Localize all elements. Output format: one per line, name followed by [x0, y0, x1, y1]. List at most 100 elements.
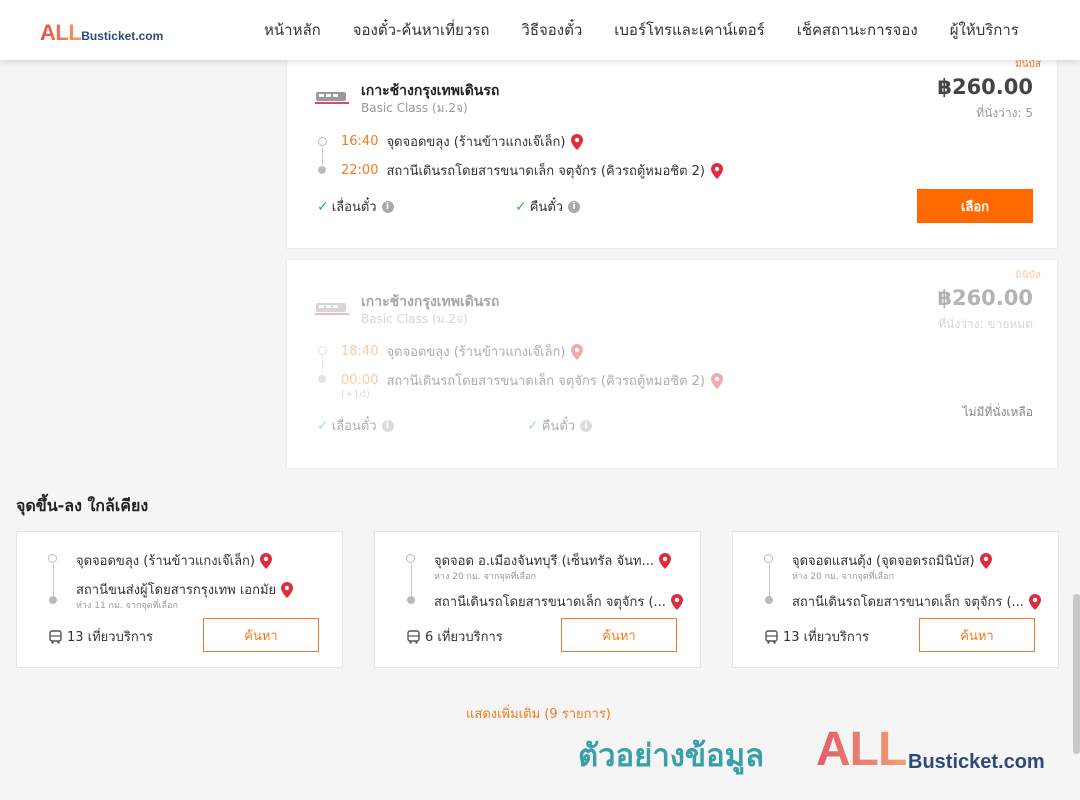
trip-result-card: มินิบัส เกาะช้างกรุงเทพเดินรถ Basic Clas… — [286, 48, 1058, 249]
logo-all-text: ALL — [40, 20, 82, 45]
trip-count: 13 เที่ยวบริการ — [765, 626, 869, 647]
refund-label: คืนตั๋ว — [529, 200, 564, 215]
trip-count: 6 เที่ยวบริการ — [407, 626, 503, 647]
map-pin-icon[interactable] — [979, 552, 992, 569]
info-icon[interactable]: i — [381, 200, 394, 213]
no-seats-left: ไม่มีที่นั่งเหลือ — [962, 405, 1033, 419]
from-stop: จุดจอด อ.เมืองจันทบุรี (เซ็นทรัล จันท... — [434, 550, 671, 571]
search-button[interactable]: ค้นหา — [203, 618, 319, 652]
nav-how-to-book[interactable]: วิธีจองตั๋ว — [521, 18, 582, 42]
from-stop-name: จุดจอดแสนตุ้ง (จุดจอดรถมินิบัส) — [792, 554, 975, 569]
route-line — [322, 356, 323, 374]
seats-available: ที่นั่งว่าง: ขายหมด — [938, 317, 1033, 331]
to-stop: สถานีเดินรถโดยสารขนาดเล็ก จตุจักร (... — [792, 591, 1041, 612]
refund-feature: ✓ คืนตั๋ว i — [527, 415, 593, 436]
trip-count-label: 13 เที่ยวบริการ — [783, 630, 869, 645]
bus-class: Basic Class (ม.2จ) — [361, 312, 468, 326]
show-more-link[interactable]: แสดงเพิ่มเติม (9 รายการ) — [466, 703, 611, 724]
reschedule-label: เลื่อนตั๋ว — [331, 419, 377, 434]
nearby-route-card: จุดจอดขลุง (ร้านข้าวแกงเจ๊เล็ก) สถานีขนส… — [16, 531, 343, 668]
nav-book-search[interactable]: จองตั๋ว-ค้นหาเที่ยวรถ — [353, 18, 490, 42]
check-icon: ✓ — [317, 198, 329, 215]
to-dot — [49, 596, 57, 604]
nearby-route-card: จุดจอด อ.เมืองจันทบุรี (เซ็นทรัล จันท...… — [374, 531, 701, 668]
trip-result-card-soldout: มินิบัส เกาะช้างกรุงเทพเดินรถ Basic Clas… — [286, 259, 1058, 469]
arrival-dot — [318, 375, 326, 383]
map-pin-icon[interactable] — [571, 133, 584, 150]
to-dot — [407, 596, 415, 604]
departure-dot — [318, 137, 327, 146]
info-icon: i — [580, 419, 593, 432]
arrival-stop: 00:00 สถานีเดินรถโดยสารขนาดเล็ก จตุจักร … — [341, 370, 723, 391]
site-logo[interactable]: ALL Busticket.com — [40, 20, 163, 46]
trip-count-label: 13 เที่ยวบริการ — [67, 630, 153, 645]
main-nav: หน้าหลัก จองตั๋ว-ค้นหาเที่ยวรถ วิธีจองตั… — [248, 0, 1035, 60]
departure-dot — [318, 346, 327, 355]
from-stop-name: จุดจอด อ.เมืองจันทบุรี (เซ็นทรัล จันท... — [434, 554, 654, 569]
bus-icon — [765, 629, 778, 644]
nav-operators[interactable]: ผู้ให้บริการ — [950, 18, 1019, 42]
watermark-logo-domain: Busticket.com — [908, 751, 1045, 773]
arrival-stop-name: สถานีเดินรถโดยสารขนาดเล็ก จตุจักร (คิวรถ… — [386, 374, 705, 389]
nav-booking-status[interactable]: เช็คสถานะการจอง — [797, 18, 918, 42]
search-button[interactable]: ค้นหา — [561, 618, 677, 652]
distance-note: ห่าง 20 กม. จากจุดที่เลือก — [792, 572, 894, 582]
route-line — [769, 564, 770, 596]
bus-icon — [407, 629, 420, 644]
scrollbar-thumb[interactable] — [1073, 594, 1080, 754]
map-pin-icon[interactable] — [711, 162, 723, 179]
arrival-stop-name: สถานีเดินรถโดยสารขนาดเล็ก จตุจักร (คิวรถ… — [386, 164, 705, 179]
nearby-route-card: จุดจอดแสนตุ้ง (จุดจอดรถมินิบัส) ห่าง 20 … — [732, 531, 1059, 668]
select-trip-button[interactable]: เลือก — [917, 189, 1033, 223]
info-icon[interactable]: i — [568, 200, 581, 213]
to-stop: สถานีเดินรถโดยสารขนาดเล็ก จตุจักร (... — [434, 591, 683, 612]
departure-stop: 16:40 จุดจอดขลุง (ร้านข้าวแกงเจ๊เล็ก) — [341, 131, 584, 152]
from-dot — [48, 554, 57, 563]
site-header: ALL Busticket.com หน้าหลัก จองตั๋ว-ค้นหา… — [0, 0, 1080, 60]
from-dot — [764, 554, 773, 563]
departure-time: 18:40 — [341, 344, 379, 359]
to-stop-name: สถานีเดินรถโดยสารขนาดเล็ก จตุจักร (... — [792, 595, 1024, 610]
bus-icon — [49, 629, 62, 644]
route-line — [322, 147, 323, 165]
ticket-price: ฿260.00 — [937, 75, 1033, 99]
route-line — [411, 564, 412, 596]
info-icon: i — [381, 419, 394, 432]
nearby-section-title: จุดขึ้น-ลง ใกล้เคียง — [16, 496, 149, 515]
departure-stop-name: จุดจอดขลุง (ร้านข้าวแกงเจ๊เล็ก) — [386, 345, 566, 360]
map-pin-icon[interactable] — [658, 552, 671, 569]
from-stop: จุดจอดขลุง (ร้านข้าวแกงเจ๊เล็ก) — [76, 550, 272, 571]
next-day-indicator: (+1d) — [341, 389, 370, 400]
search-button[interactable]: ค้นหา — [919, 618, 1035, 652]
to-stop-name: สถานีขนส่งผู้โดยสารกรุงเทพ เอกมัย — [76, 583, 277, 598]
logo-domain-text: Busticket.com — [81, 29, 164, 43]
bus-class: Basic Class (ม.2จ) — [361, 101, 468, 115]
refund-label: คืนตั๋ว — [541, 419, 576, 434]
map-pin-icon[interactable] — [670, 593, 683, 610]
map-pin-icon[interactable] — [260, 552, 272, 569]
from-stop: จุดจอดแสนตุ้ง (จุดจอดรถมินิบัส) — [792, 550, 992, 571]
distance-note: ห่าง 11 กม. จากจุดที่เลือก — [76, 601, 178, 611]
check-icon: ✓ — [515, 198, 527, 215]
map-pin-icon[interactable] — [281, 581, 294, 598]
vehicle-type-tag: มินิบัส — [1015, 270, 1041, 281]
distance-note: ห่าง 20 กม. จากจุดที่เลือก — [434, 572, 536, 582]
map-pin-icon[interactable] — [1028, 593, 1041, 610]
reschedule-feature: ✓ เลื่อนตั๋ว i — [317, 415, 394, 436]
trip-count-label: 6 เที่ยวบริการ — [425, 630, 503, 645]
operator-logo-icon — [315, 303, 349, 315]
arrival-dot — [318, 166, 326, 174]
seats-available: ที่นั่งว่าง: 5 — [976, 106, 1033, 120]
check-icon: ✓ — [527, 417, 539, 434]
to-stop-name: สถานีเดินรถโดยสารขนาดเล็ก จตุจักร (... — [434, 595, 666, 610]
arrival-time: 22:00 — [341, 163, 379, 178]
refund-feature: ✓ คืนตั๋ว i — [515, 196, 581, 217]
ticket-price: ฿260.00 — [937, 286, 1033, 310]
operator-logo-icon — [315, 92, 349, 104]
route-line — [53, 564, 54, 596]
to-dot — [765, 596, 773, 604]
reschedule-feature: ✓ เลื่อนตั๋ว i — [317, 196, 394, 217]
nav-home[interactable]: หน้าหลัก — [264, 18, 321, 42]
to-stop: สถานีขนส่งผู้โดยสารกรุงเทพ เอกมัย — [76, 579, 294, 600]
nav-phone-counter[interactable]: เบอร์โทรและเคาน์เตอร์ — [614, 18, 764, 42]
